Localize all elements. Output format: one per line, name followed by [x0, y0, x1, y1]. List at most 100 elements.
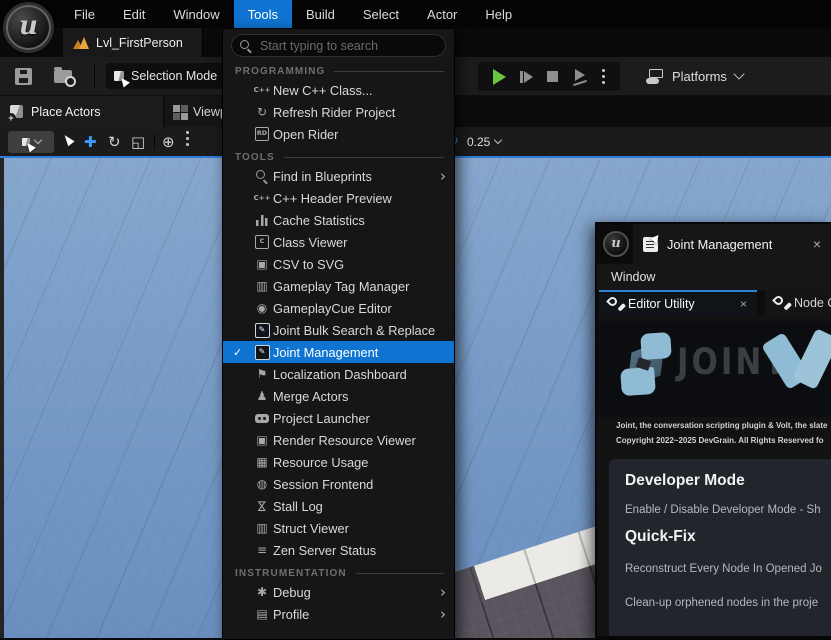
menu-item-class-viewer[interactable]: CClass Viewer — [223, 231, 454, 253]
menubar-item-select[interactable]: Select — [349, 0, 413, 28]
joint-window-title-tab[interactable]: Joint Management × — [633, 224, 831, 264]
menubar-item-actor[interactable]: Actor — [413, 0, 471, 28]
menubar-item-build[interactable]: Build — [292, 0, 349, 28]
menu-item-label: Profile — [273, 607, 440, 622]
refresh-rider-project-icon: ↻ — [251, 105, 273, 119]
quick-fix-item-cleanup[interactable]: Clean-up orphened nodes in the proje — [625, 597, 831, 609]
menu-item-struct-viewer[interactable]: ▥Struct Viewer — [223, 517, 454, 539]
snap-value-dropdown[interactable]: 0.25 — [467, 131, 501, 153]
menu-item-label: Find in Blueprints — [273, 169, 440, 184]
menu-item-merge-actors[interactable]: ♟Merge Actors — [223, 385, 454, 407]
stop-button[interactable] — [547, 71, 558, 82]
icon-glyph — [256, 214, 268, 226]
spacer — [625, 546, 831, 563]
platforms-dropdown[interactable]: Platforms — [646, 62, 743, 90]
world-local-globe-icon[interactable]: ⊕ — [162, 131, 175, 153]
close-icon[interactable]: × — [736, 298, 751, 310]
render-resource-viewer-icon: ▣ — [251, 433, 273, 447]
menu-search-box[interactable] — [231, 34, 446, 57]
menu-item-find-in-blueprints[interactable]: Find in Blueprints› — [223, 165, 454, 187]
tab-editor-utility[interactable]: Editor Utility × — [599, 290, 757, 315]
menu-item-gameplaycue-editor[interactable]: ◉GameplayCue Editor — [223, 297, 454, 319]
unreal-u-glyph: u — [19, 11, 38, 41]
menu-item-stall-log[interactable]: ⋈Stall Log — [223, 495, 454, 517]
submenu-arrow-icon: › — [440, 585, 446, 600]
menu-item-label: Joint Management — [273, 345, 446, 360]
developer-mode-title: Developer Mode — [625, 472, 831, 490]
chevron-down-icon — [733, 68, 744, 79]
profile-icon: ▤ — [251, 607, 273, 621]
menu-item-csv-to-svg[interactable]: ▣CSV to SVG — [223, 253, 454, 275]
tab-place-actors[interactable]: Place Actors — [0, 96, 163, 127]
menubar-item-window[interactable]: Window — [159, 0, 233, 28]
search-icon — [240, 40, 252, 52]
menu-item-joint-management[interactable]: ✓✎Joint Management — [223, 341, 454, 363]
menu-item-debug[interactable]: ✱Debug› — [223, 581, 454, 603]
kebab-glyph — [186, 137, 189, 140]
toolbar-separator — [94, 64, 95, 88]
place-actors-label: Place Actors — [31, 105, 100, 119]
menu-item-label: Project Launcher — [273, 411, 446, 426]
menu-item-new-c-class[interactable]: C++New C++ Class... — [223, 79, 454, 101]
section-divider — [334, 71, 444, 72]
menubar: FileEditWindowToolsBuildSelectActorHelp — [0, 0, 831, 28]
icon-glyph — [256, 170, 268, 182]
joint-window-menubar: Window — [597, 264, 831, 290]
play-options-kebab-icon[interactable] — [602, 75, 605, 78]
menu-item-session-frontend[interactable]: ◍Session Frontend — [223, 473, 454, 495]
menu-item-render-resource-viewer[interactable]: ▣Render Resource Viewer — [223, 429, 454, 451]
wrench-icon — [608, 297, 621, 310]
check-icon: ✓ — [233, 346, 251, 359]
selection-mode-dropdown[interactable]: Selection Mode — [106, 63, 238, 89]
menu-item-resource-usage[interactable]: ▦Resource Usage — [223, 451, 454, 473]
unreal-engine-logo-icon[interactable]: u — [3, 2, 54, 53]
tab-node-class[interactable]: Node C — [765, 290, 831, 315]
play-button[interactable] — [493, 69, 506, 85]
joint-window-titlebar[interactable]: u Joint Management × — [597, 224, 831, 264]
joint-window-tabstrip: Editor Utility × Node C — [597, 290, 831, 315]
menu-item-project-launcher[interactable]: Project Launcher — [223, 407, 454, 429]
viewport-select-mode-dropdown[interactable] — [8, 131, 54, 153]
viewport-left-gutter — [0, 158, 4, 638]
menu-item-localization-dashboard[interactable]: ⚑Localization Dashboard — [223, 363, 454, 385]
spacer — [625, 490, 831, 504]
menu-item-joint-bulk-search-replace[interactable]: ✎Joint Bulk Search & Replace — [223, 319, 454, 341]
menu-item-open-rider[interactable]: RDOpen Rider — [223, 123, 454, 145]
menubar-item-edit[interactable]: Edit — [109, 0, 159, 28]
session-frontend-icon: ◍ — [251, 477, 273, 491]
menu-item-refresh-rider-project[interactable]: ↻Refresh Rider Project — [223, 101, 454, 123]
close-icon[interactable]: × — [803, 237, 831, 251]
rotate-tool-icon[interactable]: ↻ — [108, 131, 121, 153]
menu-item-label: Session Frontend — [273, 477, 446, 492]
menu-item-c-header-preview[interactable]: C++C++ Header Preview — [223, 187, 454, 209]
menu-item-gameplay-tag-manager[interactable]: ▥Gameplay Tag Manager — [223, 275, 454, 297]
frame-skip-button[interactable] — [520, 71, 533, 83]
menubar-item-help[interactable]: Help — [471, 0, 526, 28]
launch-button[interactable] — [573, 69, 588, 84]
quick-fix-item-reconstruct[interactable]: Reconstruct Every Node In Opened Jo — [625, 563, 831, 575]
search-input[interactable] — [258, 38, 437, 54]
menu-item-zen-server-status[interactable]: ≡Zen Server Status — [223, 539, 454, 561]
select-tool-icon[interactable] — [64, 134, 72, 145]
quick-fix-title: Quick-Fix — [625, 528, 831, 546]
level-tab[interactable]: Lvl_FirstPerson — [63, 28, 203, 57]
menu-section-tools: TOOLS — [223, 149, 454, 165]
browse-content-icon[interactable] — [54, 70, 72, 83]
menubar-item-tools[interactable]: Tools — [234, 0, 292, 28]
window-menu-item[interactable]: Window — [611, 270, 655, 284]
menu-item-label: Class Viewer — [273, 235, 446, 250]
menu-item-cache-statistics[interactable]: Cache Statistics — [223, 209, 454, 231]
menu-item-label: Refresh Rider Project — [273, 105, 446, 120]
menu-item-profile[interactable]: ▤Profile› — [223, 603, 454, 625]
save-icon[interactable] — [15, 68, 32, 85]
move-tool-icon[interactable]: ✚ — [84, 131, 97, 153]
editor-utility-tab-label: Editor Utility — [628, 297, 729, 311]
chevron-down-icon — [33, 136, 41, 144]
scale-tool-icon[interactable]: ◱ — [131, 131, 145, 153]
menu-section-label: PROGRAMMING — [235, 66, 325, 77]
menubar-item-file[interactable]: File — [60, 0, 109, 28]
tools-menu: PROGRAMMINGC++New C++ Class...↻Refresh R… — [222, 28, 455, 640]
csv-to-svg-icon: ▣ — [251, 257, 273, 271]
transform-options-kebab-icon[interactable] — [186, 137, 189, 140]
menu-item-label: Localization Dashboard — [273, 367, 446, 382]
